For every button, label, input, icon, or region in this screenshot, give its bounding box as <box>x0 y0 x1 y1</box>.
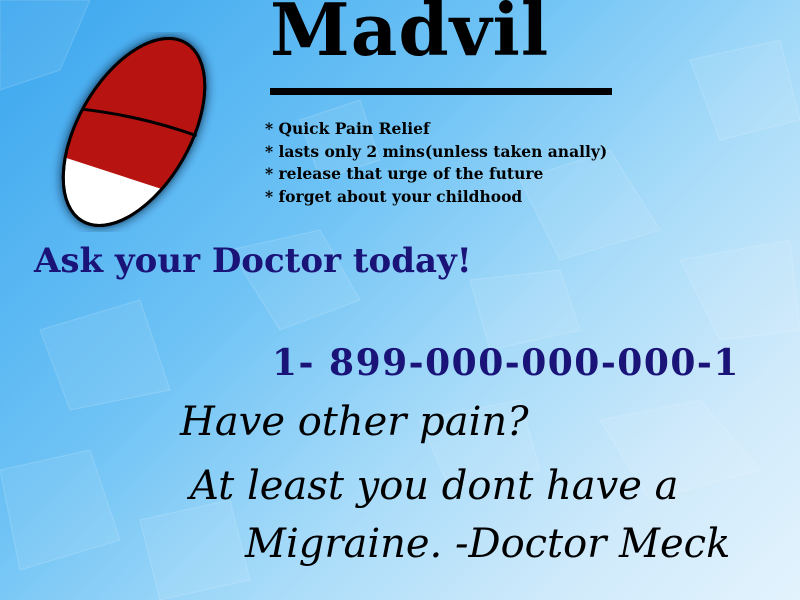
ad-poster: Madvil Quick Pain Relief lasts only 2 mi… <box>0 0 800 600</box>
feature-item: Quick Pain Relief <box>265 118 607 141</box>
feature-item: forget about your childhood <box>265 186 607 209</box>
feature-item: release that urge of the future <box>265 163 607 186</box>
feature-item: lasts only 2 mins(unless taken anally) <box>265 141 608 164</box>
phone-number: 1- 899-000-000-000-1 <box>272 342 740 384</box>
quote-line-1: Have other pain? <box>180 399 529 445</box>
call-to-action: Ask your Doctor today! <box>34 241 472 281</box>
title-underline <box>270 88 612 95</box>
capsule-pill-icon <box>61 36 207 228</box>
brand-title: Madvil <box>270 0 550 72</box>
quote-line-2: At least you dont have a <box>190 463 679 509</box>
feature-list: Quick Pain Relief lasts only 2 mins(unle… <box>265 118 608 209</box>
quote-line-3: Migraine. -Doctor Meck <box>245 521 731 567</box>
